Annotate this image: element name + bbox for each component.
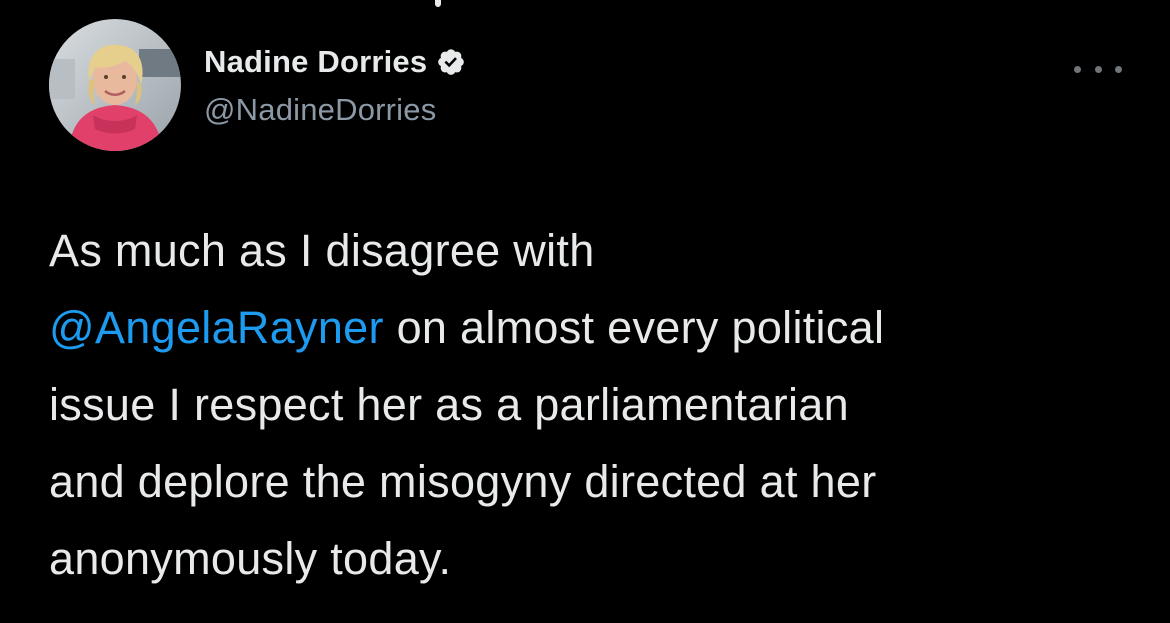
avatar[interactable] [49,19,181,151]
tweet-text: As much as I disagree with @AngelaRayner… [49,212,1129,597]
avatar-photo [49,19,181,151]
author-display-name[interactable]: Nadine Dorries [204,44,427,80]
more-horizontal-icon-dot [1115,65,1122,73]
tweet-text-line: @AngelaRayner on almost every political [49,289,1129,366]
more-horizontal-icon-dot [1094,65,1102,73]
tweet-text-line: anonymously today. [49,533,452,584]
tweet-header: Nadine Dorries @NadineDorries [49,19,1129,153]
name-row: Nadine Dorries [204,41,466,83]
top-indicator-dot [435,0,441,7]
more-options-button[interactable] [1074,61,1122,77]
tweet-text-line: As much as I disagree with [49,225,595,276]
more-horizontal-icon-dot [1074,65,1081,73]
author-handle[interactable]: @NadineDorries [204,92,466,128]
mention-link[interactable]: @AngelaRayner [49,302,384,353]
tweet-text-line: issue I respect her as a parliamentarian [49,379,849,430]
tweet-text-segment: on almost every political [383,302,885,353]
verified-badge-icon [436,47,466,77]
tweet-text-line: and deplore the misogyny directed at her [49,456,877,507]
author-identity: Nadine Dorries @NadineDorries [204,41,466,128]
